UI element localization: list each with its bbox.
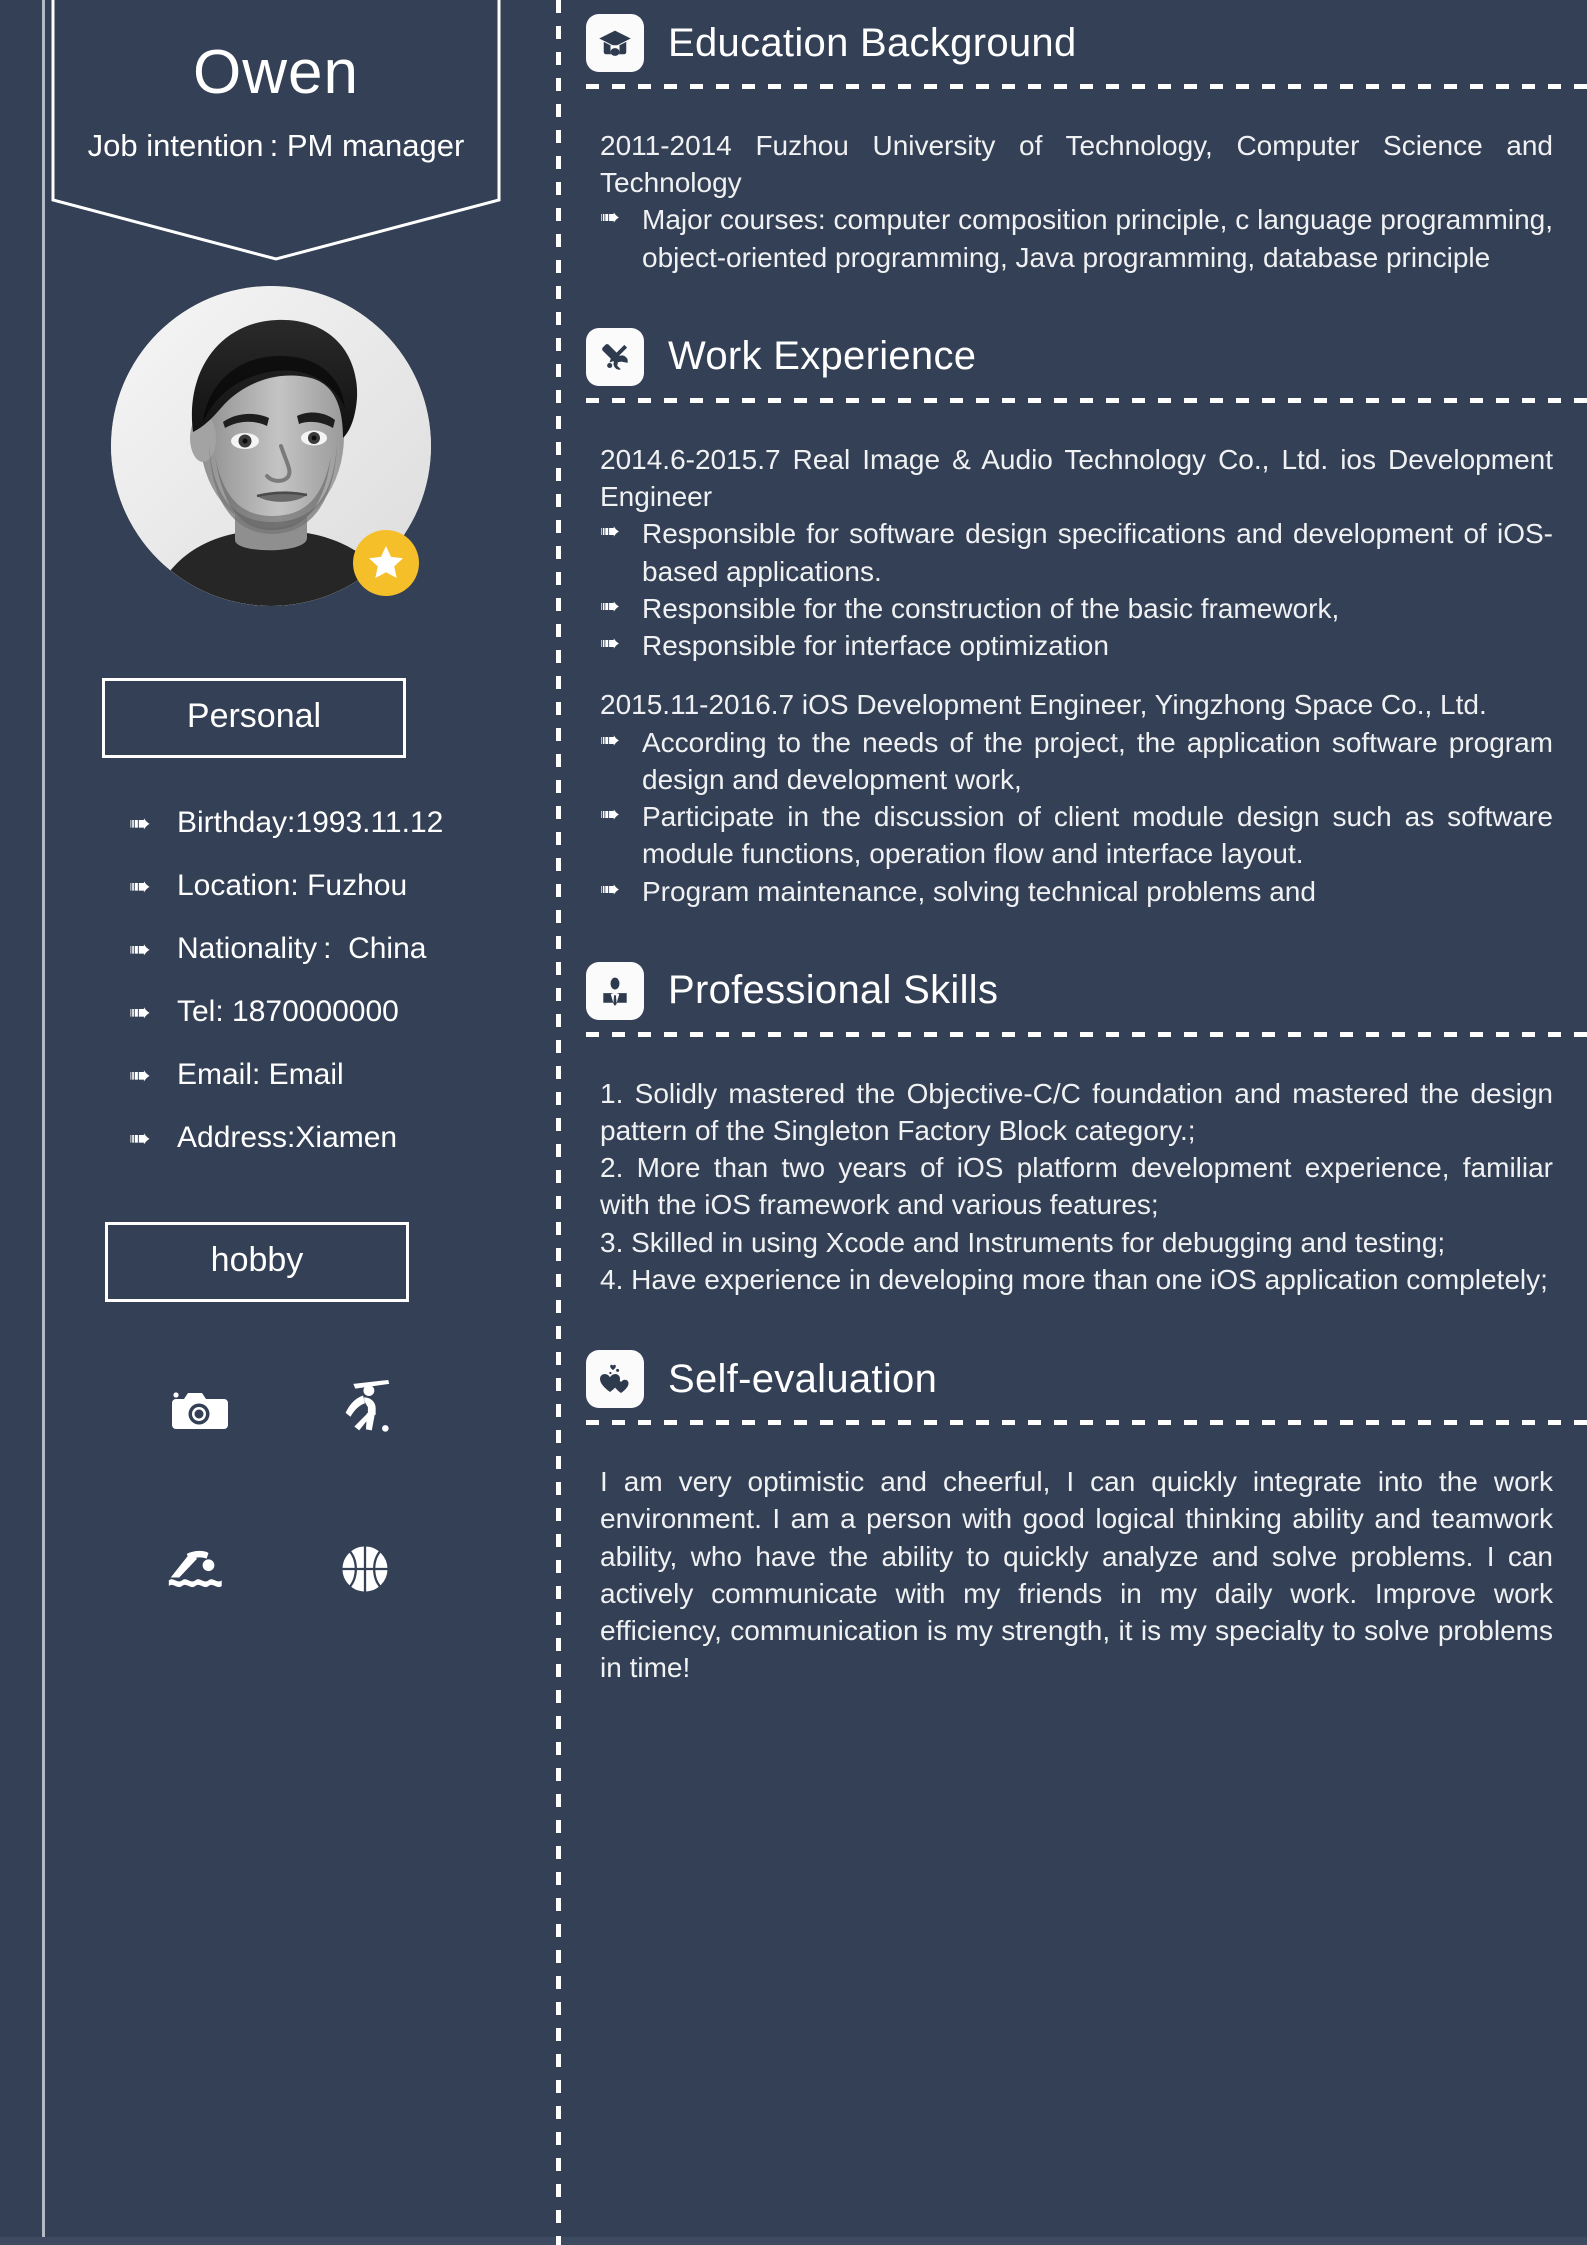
arrow-bullet-icon: ➠ xyxy=(129,997,151,1027)
section-title-education: Education Background xyxy=(668,20,1077,65)
skill-line-3: 4. Have experience in developing more th… xyxy=(600,1263,1548,1295)
hearts-icon xyxy=(586,1350,644,1409)
businessman-icon xyxy=(586,961,644,1020)
education-intro: 2011-2014 Fuzhou University of Technolog… xyxy=(600,130,1553,199)
sidebar: Owen Job intention : PM manager Personal… xyxy=(0,0,556,2245)
arrow-bullet-icon: ➠ xyxy=(600,875,621,903)
list-item: ➠ Major courses: computer composition pr… xyxy=(600,201,1553,275)
businessman-glyph xyxy=(603,977,627,1006)
job-0-bullet-0: Responsible for software design specific… xyxy=(642,518,1553,587)
job-1-bullets: ➠ According to the needs of the project,… xyxy=(600,724,1553,910)
list-item: ➠ Tel: 1870000000 xyxy=(129,995,556,1028)
education-bullet-0: Major courses: computer composition prin… xyxy=(642,204,1553,273)
arrow-bullet-icon: ➠ xyxy=(129,808,151,838)
golf-glyph xyxy=(345,1379,389,1432)
job-1-bullet-1: Participate in the discussion of client … xyxy=(642,801,1553,870)
page-title: Owen xyxy=(193,38,359,107)
list-item: ➠ Responsible for the construction of th… xyxy=(600,590,1553,627)
list-item: ➠ Birthday:1993.11.12 xyxy=(129,806,556,839)
hobby-section-label: hobby xyxy=(105,1222,409,1302)
self-evaluation-paragraph: I am very optimistic and cheerful, I can… xyxy=(600,1466,1553,1684)
tools-icon xyxy=(586,327,644,386)
personal-email: Email: Email xyxy=(177,1058,344,1091)
section-title-professional-skills: Professional Skills xyxy=(668,968,999,1013)
arrow-bullet-icon: ➠ xyxy=(600,592,621,620)
hobby-icon-grid xyxy=(117,1374,447,1604)
arrow-bullet-icon: ➠ xyxy=(129,1060,151,1090)
camera-glyph xyxy=(171,1392,228,1429)
graduation-cap-glyph xyxy=(599,30,631,57)
section-title-self-evaluation: Self-evaluation xyxy=(668,1356,938,1401)
list-item: ➠ Email: Email xyxy=(129,1058,556,1091)
job-0-header: 2014.6-2015.7 Real Image & Audio Technol… xyxy=(600,443,1553,513)
section-header-professional-skills: Professional Skills xyxy=(586,948,1587,1032)
arrow-bullet-icon: ➠ xyxy=(600,801,621,829)
graduation-cap-icon xyxy=(586,14,644,72)
job-0-bullet-1: Responsible for the construction of the … xyxy=(642,592,1340,624)
personal-tel: Tel: 1870000000 xyxy=(177,995,399,1028)
name-banner: Owen Job intention : PM manager xyxy=(50,0,502,262)
list-item: ➠ Location: Fuzhou xyxy=(129,869,556,902)
section-body-professional-skills: 1. Solidly mastered the Objective-C/C fo… xyxy=(586,1075,1587,1298)
arrow-bullet-icon: ➠ xyxy=(129,934,151,964)
personal-birthday: Birthday:1993.11.12 xyxy=(177,806,444,839)
arrow-bullet-icon: ➠ xyxy=(600,518,621,546)
main-content: Education Background 2011-2014 Fuzhou Un… xyxy=(556,0,1587,2245)
arrow-bullet-icon: ➠ xyxy=(600,204,621,232)
personal-info-list: ➠ Birthday:1993.11.12 ➠ Location: Fuzhou… xyxy=(129,806,556,1154)
arrow-bullet-icon: ➠ xyxy=(129,871,151,901)
job-1-bullet-2: Program maintenance, solving technical p… xyxy=(642,875,1316,907)
skill-line-0: 1. Solidly mastered the Objective-C/C fo… xyxy=(600,1077,1553,1146)
hearts-glyph xyxy=(600,1364,629,1394)
arrow-bullet-icon: ➠ xyxy=(600,726,621,754)
job-1-header: 2015.11-2016.7 iOS Development Engineer,… xyxy=(600,689,1487,721)
camera-icon xyxy=(117,1374,282,1444)
list-item: ➠ Responsible for interface optimization xyxy=(600,627,1553,664)
personal-nationality: Nationality : China xyxy=(177,932,427,965)
list-item: ➠ Responsible for software design specif… xyxy=(600,515,1553,589)
tools-glyph xyxy=(602,344,628,370)
job-intention: Job intention : PM manager xyxy=(87,127,465,163)
section-header-education: Education Background xyxy=(586,0,1587,84)
section-body-work-experience: 2014.6-2015.7 Real Image & Audio Technol… xyxy=(586,441,1587,910)
star-icon xyxy=(353,530,419,596)
skill-line-1: 2. More than two years of iOS platform d… xyxy=(600,1152,1553,1221)
arrow-bullet-icon: ➠ xyxy=(600,630,621,658)
personal-section-label: Personal xyxy=(102,678,406,758)
section-header-self-evaluation: Self-evaluation xyxy=(586,1336,1587,1420)
star-glyph xyxy=(369,546,403,579)
avatar xyxy=(111,286,431,606)
personal-location: Location: Fuzhou xyxy=(177,869,408,902)
job-1-bullet-0: According to the needs of the project, t… xyxy=(642,726,1553,795)
list-item: ➠ Nationality : China xyxy=(129,932,556,965)
resume-page: Owen Job intention : PM manager Personal… xyxy=(0,0,1587,2245)
basketball-glyph xyxy=(339,1544,390,1594)
section-body-self-evaluation: I am very optimistic and cheerful, I can… xyxy=(586,1463,1587,1686)
section-body-education: 2011-2014 Fuzhou University of Technolog… xyxy=(586,127,1587,276)
section-title-work-experience: Work Experience xyxy=(668,334,977,379)
personal-address: Address:Xiamen xyxy=(177,1121,398,1154)
list-item: ➠ According to the needs of the project,… xyxy=(600,724,1553,798)
list-item: ➠ Address:Xiamen xyxy=(129,1121,556,1154)
skill-line-2: 3. Skilled in using Xcode and Instrument… xyxy=(600,1226,1446,1258)
column-divider-dashed xyxy=(556,0,561,2245)
job-0-bullets: ➠ Responsible for software design specif… xyxy=(600,515,1553,664)
swimmer-glyph xyxy=(168,1550,222,1588)
arrow-bullet-icon: ➠ xyxy=(129,1123,151,1153)
swimming-icon xyxy=(117,1534,282,1604)
section-header-work-experience: Work Experience xyxy=(586,314,1587,398)
golf-swing-icon xyxy=(282,1374,447,1444)
education-bullets: ➠ Major courses: computer composition pr… xyxy=(600,201,1553,275)
basketball-icon xyxy=(282,1534,447,1604)
list-item: ➠ Participate in the discussion of clien… xyxy=(600,798,1553,872)
job-0-bullet-2: Responsible for interface optimization xyxy=(642,630,1109,662)
list-item: ➠ Program maintenance, solving technical… xyxy=(600,873,1553,910)
